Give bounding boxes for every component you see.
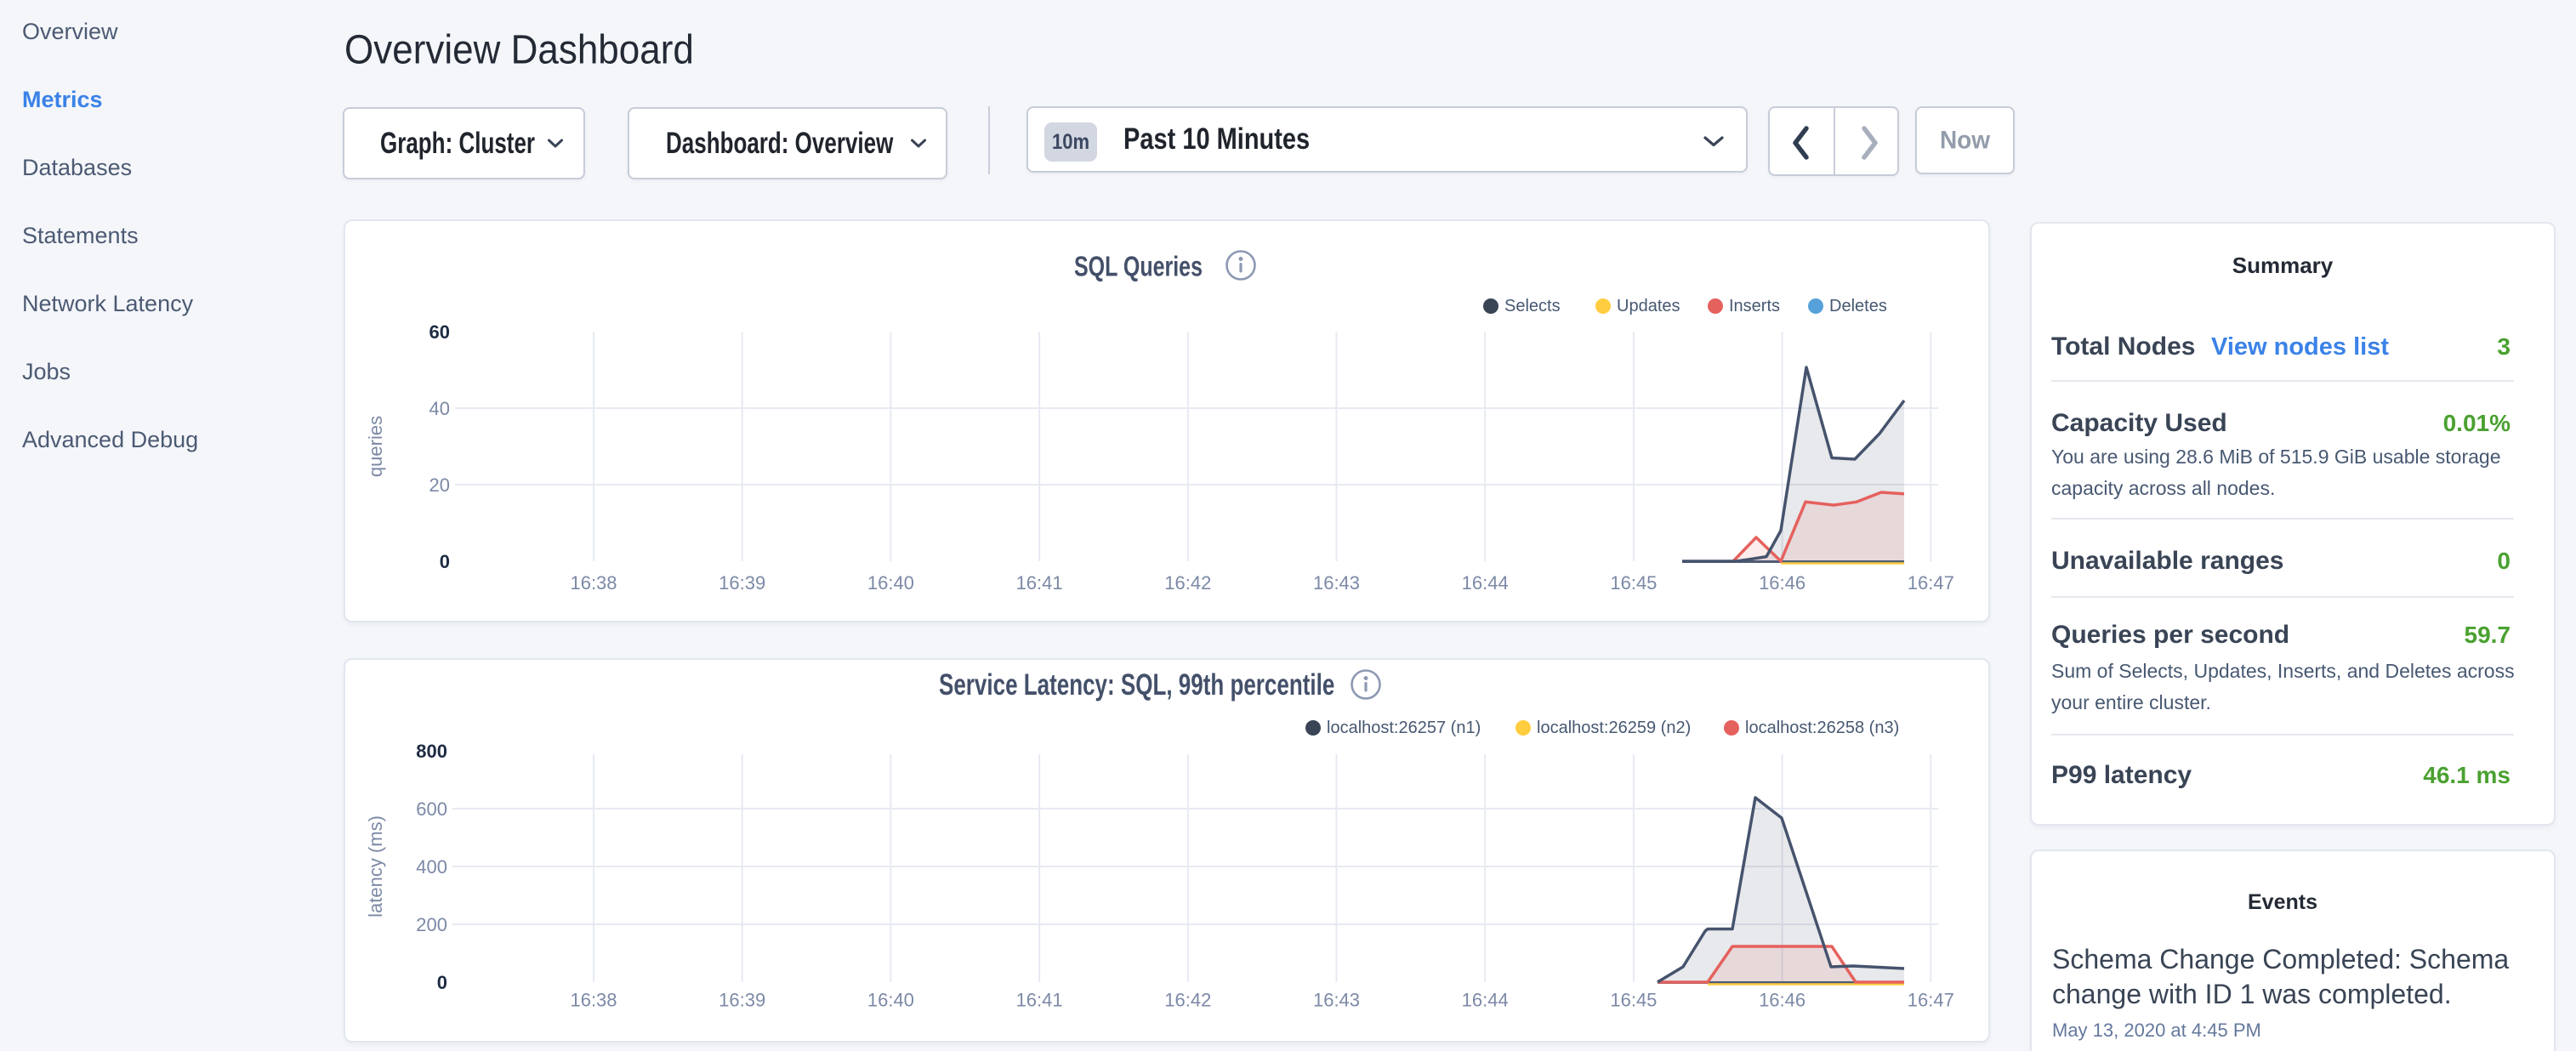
svg-text:queries: queries — [365, 416, 386, 477]
svg-text:16:44: 16:44 — [1462, 990, 1509, 1011]
svg-text:16:47: 16:47 — [1908, 990, 1954, 1011]
svg-text:16:43: 16:43 — [1313, 990, 1360, 1011]
svg-text:200: 200 — [416, 914, 447, 935]
svg-text:16:42: 16:42 — [1164, 572, 1211, 594]
svg-text:16:40: 16:40 — [867, 990, 914, 1011]
svg-text:16:40: 16:40 — [867, 572, 914, 594]
svg-text:16:39: 16:39 — [719, 990, 765, 1011]
svg-text:16:47: 16:47 — [1908, 572, 1954, 594]
svg-text:16:41: 16:41 — [1016, 990, 1063, 1011]
svg-text:16:38: 16:38 — [570, 990, 617, 1011]
svg-text:0: 0 — [437, 972, 447, 993]
svg-text:800: 800 — [416, 741, 447, 762]
svg-text:latency (ms): latency (ms) — [365, 815, 386, 917]
svg-text:400: 400 — [416, 856, 447, 878]
svg-text:16:43: 16:43 — [1313, 572, 1360, 594]
svg-text:60: 60 — [429, 321, 450, 343]
svg-text:40: 40 — [429, 398, 450, 419]
svg-text:16:46: 16:46 — [1759, 990, 1805, 1011]
svg-text:20: 20 — [429, 474, 450, 496]
svg-text:16:41: 16:41 — [1016, 572, 1063, 594]
svg-text:16:45: 16:45 — [1610, 572, 1657, 594]
svg-text:16:42: 16:42 — [1164, 990, 1211, 1011]
svg-text:16:39: 16:39 — [719, 572, 765, 594]
svg-text:16:38: 16:38 — [570, 572, 617, 594]
svg-text:16:44: 16:44 — [1462, 572, 1509, 594]
svg-text:0: 0 — [440, 551, 450, 572]
svg-text:16:46: 16:46 — [1759, 572, 1805, 594]
svg-text:600: 600 — [416, 798, 447, 820]
svg-text:16:45: 16:45 — [1610, 990, 1657, 1011]
